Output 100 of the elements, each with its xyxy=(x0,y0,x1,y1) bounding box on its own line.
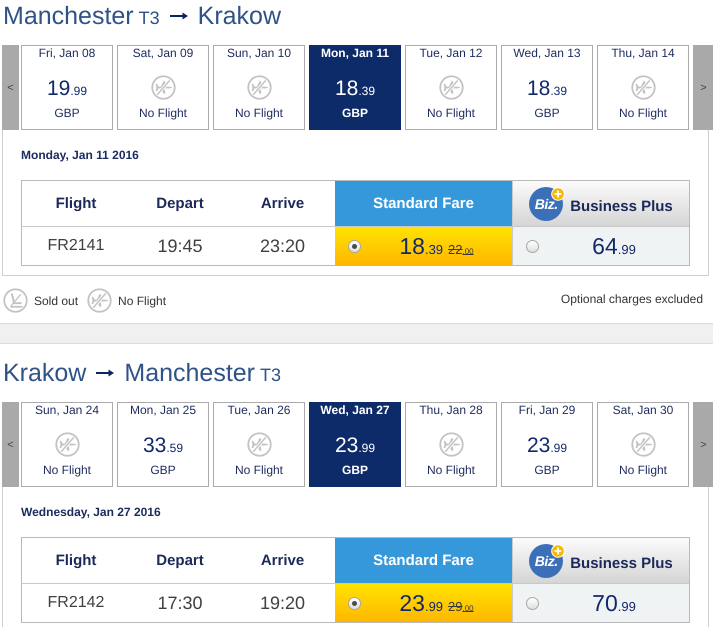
crossed-plane-icon xyxy=(150,75,176,100)
crossed-plane-icon xyxy=(246,432,272,457)
no-flight-label: No Flight xyxy=(42,463,92,477)
no-flight-label: No Flight xyxy=(234,463,284,477)
no-flight-label: No Flight xyxy=(138,106,188,120)
date-label: Sat, Jan 30 xyxy=(612,403,674,417)
date-card[interactable]: Thu, Jan 14 No Flight xyxy=(597,45,689,130)
old-price: 22.00 xyxy=(448,242,474,256)
fare-price: 33.59 xyxy=(142,434,184,459)
arrow-icon xyxy=(170,12,188,20)
date-card[interactable]: Mon, Jan 25 33.59 GBP xyxy=(117,402,209,487)
crossed-plane-icon xyxy=(87,288,112,313)
date-label: Tue, Jan 12 xyxy=(420,46,482,60)
date-card[interactable]: Wed, Jan 13 18.39 GBP xyxy=(501,45,593,130)
date-card[interactable]: Sat, Jan 09 No Flight xyxy=(117,45,209,130)
fare-price: 18.39 xyxy=(526,77,568,102)
terminal-label: T3 xyxy=(260,364,282,387)
date-label: Wed, Jan 27 xyxy=(320,403,390,417)
fare-price: 18.39 xyxy=(399,232,444,260)
currency-label: GBP xyxy=(54,106,80,120)
date-card[interactable]: Fri, Jan 08 19.99 GBP xyxy=(21,45,113,130)
no-flight-label: No Flight xyxy=(426,463,476,477)
departure-time: 19:45 xyxy=(156,234,204,258)
date-card[interactable]: Sat, Jan 30 No Flight xyxy=(597,402,689,487)
crossed-plane-icon xyxy=(54,432,80,457)
arrow-icon xyxy=(96,369,114,377)
radio-button[interactable] xyxy=(348,596,361,610)
date-label: Thu, Jan 14 xyxy=(611,46,675,60)
fare-cell[interactable]: 18.39 22.00 xyxy=(335,227,512,265)
departure-time: 17:30 xyxy=(156,592,204,614)
no-flight-label: No Flight xyxy=(426,106,476,120)
next-dates-button[interactable]: > xyxy=(693,45,713,130)
fare-cell[interactable]: 64.99 xyxy=(512,227,689,265)
fare-price: 23.99 xyxy=(399,590,444,616)
currency-label: GBP xyxy=(150,463,176,477)
radio-button[interactable] xyxy=(526,596,539,610)
date-label: Sun, Jan 24 xyxy=(34,403,100,417)
date-card[interactable]: Tue, Jan 12 No Flight xyxy=(405,45,497,130)
plus-icon xyxy=(551,186,566,200)
radio-button[interactable] xyxy=(526,240,539,252)
destination-city: Krakow xyxy=(198,1,282,32)
date-card[interactable]: Wed, Jan 27 23.99 GBP xyxy=(309,402,401,487)
fare-price: 18.39 xyxy=(334,77,376,102)
no-flight-label: No Flight xyxy=(618,106,668,120)
fare-header: Standard Fare xyxy=(335,538,512,584)
origin-city: Krakow xyxy=(3,358,86,389)
legend-label: No Flight xyxy=(118,294,166,308)
flight-number: FR2141 xyxy=(46,236,106,256)
date-label: Sun, Jan 10 xyxy=(226,46,292,60)
fare-price: 64.99 xyxy=(592,232,636,260)
crossed-plane-icon xyxy=(438,75,464,100)
date-card[interactable]: Mon, Jan 11 18.39 GBP xyxy=(309,45,401,130)
date-label: Sat, Jan 09 xyxy=(132,46,194,60)
plus-icon xyxy=(551,544,566,558)
currency-label: GBP xyxy=(342,106,368,120)
fare-price: 23.99 xyxy=(334,434,376,459)
no-flight-label: No Flight xyxy=(234,106,284,120)
destination-city: Manchester xyxy=(124,358,255,389)
previous-dates-button[interactable]: < xyxy=(2,45,19,130)
date-card[interactable]: Sun, Jan 10 No Flight xyxy=(213,45,305,130)
date-label: Mon, Jan 25 xyxy=(130,403,196,417)
previous-dates-button[interactable]: < xyxy=(2,402,19,487)
currency-label: GBP xyxy=(342,463,368,477)
date-heading: Wednesday, Jan 27 2016 xyxy=(21,505,162,519)
date-label: Fri, Jan 08 xyxy=(38,46,96,60)
currency-label: GBP xyxy=(534,463,560,477)
date-card[interactable]: Tue, Jan 26 No Flight xyxy=(213,402,305,487)
seat-icon xyxy=(3,288,28,313)
legend-label: Sold out xyxy=(34,294,78,308)
fare-cell[interactable]: 70.99 xyxy=(512,584,689,622)
no-flight-label: No Flight xyxy=(618,463,668,477)
fare-cell[interactable]: 23.99 29.00 xyxy=(335,584,512,622)
crossed-plane-icon xyxy=(630,432,656,457)
arrival-time: 23:20 xyxy=(258,234,306,258)
column-header: Flight xyxy=(22,181,130,227)
fare-name: Business Plus xyxy=(570,198,673,215)
column-header: Flight xyxy=(22,538,130,584)
date-label: Tue, Jan 26 xyxy=(228,403,290,417)
fare-price: 23.99 xyxy=(526,434,568,459)
fare-price: 70.99 xyxy=(592,590,636,616)
date-card[interactable]: Sun, Jan 24 No Flight xyxy=(21,402,113,487)
date-heading: Monday, Jan 11 2016 xyxy=(21,148,140,162)
next-dates-button[interactable]: > xyxy=(693,402,713,487)
date-label: Wed, Jan 13 xyxy=(513,46,581,60)
fare-header: Standard Fare xyxy=(335,181,512,227)
flight-number: FR2142 xyxy=(46,593,106,613)
column-header: Depart xyxy=(130,181,230,227)
crossed-plane-icon xyxy=(438,432,464,457)
crossed-plane-icon xyxy=(246,75,272,100)
old-price: 29.00 xyxy=(448,598,474,614)
date-card[interactable]: Fri, Jan 29 23.99 GBP xyxy=(501,402,593,487)
currency-label: GBP xyxy=(534,106,560,120)
radio-button[interactable] xyxy=(348,240,361,252)
date-label: Fri, Jan 29 xyxy=(518,403,576,417)
origin-city: Manchester xyxy=(3,1,134,32)
charges-note: Optional charges excluded xyxy=(560,292,703,306)
date-card[interactable]: Thu, Jan 28 No Flight xyxy=(405,402,497,487)
crossed-plane-icon xyxy=(630,75,656,100)
arrival-time: 19:20 xyxy=(258,592,306,614)
terminal-label: T3 xyxy=(138,7,160,30)
